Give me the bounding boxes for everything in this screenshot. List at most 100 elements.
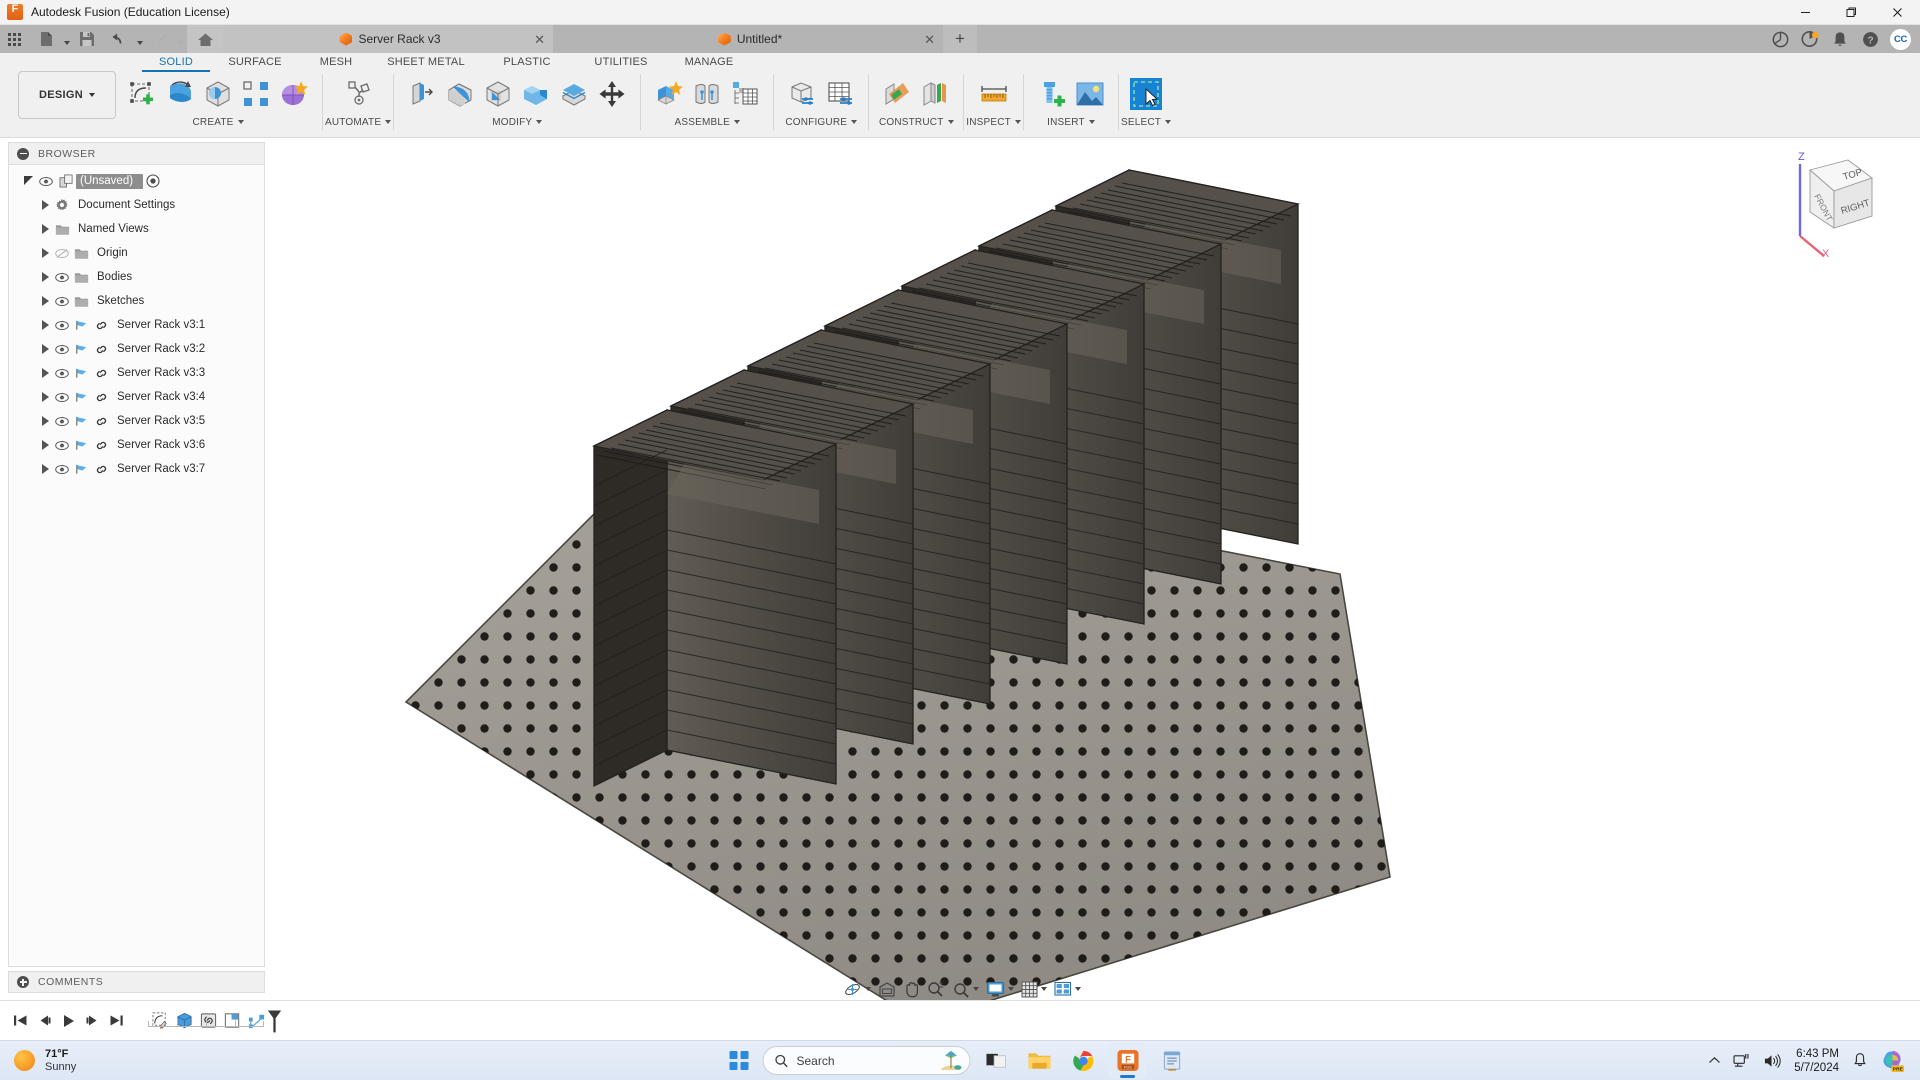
expand-arrow-icon[interactable] — [39, 224, 52, 234]
visibility-eye-hidden-icon[interactable] — [52, 248, 71, 259]
minimize-button[interactable] — [1782, 0, 1828, 25]
expand-arrow-icon[interactable] — [39, 440, 52, 450]
zoom-icon[interactable] — [924, 977, 948, 1001]
orbit-icon[interactable] — [840, 977, 874, 1001]
panel-modify-label[interactable]: MODIFY — [492, 114, 543, 130]
measure-icon[interactable] — [975, 75, 1013, 113]
tree-item-root[interactable]: (Unsaved) — [9, 169, 264, 193]
expand-arrow-icon[interactable] — [39, 416, 52, 426]
insert-decal-icon[interactable] — [1071, 75, 1109, 113]
extrude-icon[interactable] — [199, 75, 237, 113]
job-status-icon[interactable] — [1795, 25, 1825, 53]
design-canvas[interactable]: Z X TOP FRONT RIGHT — [266, 142, 1920, 1018]
new-component-icon[interactable] — [650, 75, 688, 113]
activate-component-icon[interactable] — [143, 174, 163, 188]
visibility-eye-icon[interactable] — [52, 464, 71, 475]
tree-item-server-rack-3[interactable]: Server Rack v3:3 — [9, 361, 264, 385]
save-icon[interactable] — [73, 25, 101, 53]
expand-arrow-icon[interactable] — [39, 296, 52, 306]
comments-panel[interactable]: COMMENTS — [8, 971, 265, 993]
tab-solid[interactable]: SOLID — [140, 53, 212, 72]
tab-mesh[interactable]: MESH — [298, 53, 374, 72]
model-viewport[interactable] — [266, 142, 1920, 1018]
windows-start-icon[interactable] — [729, 1051, 749, 1070]
configure-component-icon[interactable] — [783, 75, 821, 113]
panel-create-label[interactable]: CREATE — [192, 114, 244, 130]
chrome-icon[interactable] — [1065, 1043, 1103, 1079]
workspace-switcher-button[interactable]: DESIGN — [18, 71, 116, 119]
viewports-icon[interactable] — [1051, 977, 1084, 1001]
app-grid-icon[interactable] — [0, 25, 28, 53]
tree-item-origin[interactable]: Origin — [9, 241, 264, 265]
play-icon[interactable] — [56, 1006, 80, 1036]
document-tab-server-rack[interactable]: Server Rack v3 ✕ — [223, 25, 553, 53]
document-tab-close-icon[interactable]: ✕ — [534, 33, 545, 46]
search-input[interactable]: Search — [762, 1046, 971, 1075]
zoom-window-icon[interactable] — [949, 977, 982, 1001]
visibility-eye-icon[interactable] — [52, 440, 71, 451]
display-settings-icon[interactable] — [983, 977, 1017, 1001]
tree-item-named-views[interactable]: Named Views — [9, 217, 264, 241]
expand-arrow-icon[interactable] — [39, 392, 52, 402]
expand-arrow-icon[interactable] — [39, 368, 52, 378]
tab-plastic[interactable]: PLASTIC — [478, 53, 576, 72]
go-to-beginning-icon[interactable] — [8, 1006, 32, 1036]
panel-select-label[interactable]: SELECT — [1121, 114, 1172, 130]
undo-icon[interactable] — [105, 25, 133, 53]
close-button[interactable] — [1874, 0, 1920, 25]
visibility-eye-icon[interactable] — [36, 176, 55, 187]
tree-item-server-rack-4[interactable]: Server Rack v3:4 — [9, 385, 264, 409]
expand-arrow-icon[interactable] — [39, 200, 52, 210]
tree-item-server-rack-7[interactable]: Server Rack v3:7 — [9, 457, 264, 481]
undo-dropdown[interactable] — [133, 25, 146, 53]
expand-arrow-icon[interactable] — [39, 320, 52, 330]
new-document-icon[interactable] — [32, 25, 60, 53]
revolve-icon[interactable] — [161, 75, 199, 113]
panel-automate-label[interactable]: AUTOMATE — [325, 114, 392, 130]
notepad-icon[interactable] — [1153, 1043, 1191, 1079]
offset-plane-icon[interactable] — [878, 75, 916, 113]
account-avatar[interactable]: CC — [1890, 28, 1911, 50]
grid-snaps-icon[interactable] — [1018, 977, 1050, 1001]
pan-view-icon[interactable] — [875, 977, 899, 1001]
step-forward-icon[interactable] — [80, 1006, 104, 1036]
tree-item-server-rack-6[interactable]: Server Rack v3:6 — [9, 433, 264, 457]
maximize-button[interactable] — [1828, 0, 1874, 25]
file-explorer-icon[interactable] — [1021, 1043, 1059, 1079]
comments-expand-icon[interactable] — [17, 976, 29, 988]
tab-manage[interactable]: MANAGE — [666, 53, 752, 72]
visibility-eye-icon[interactable] — [52, 344, 71, 355]
form-icon[interactable] — [275, 75, 313, 113]
network-icon[interactable] — [1728, 1045, 1756, 1077]
expand-arrow-icon[interactable] — [39, 272, 52, 282]
notifications-bell-icon[interactable] — [1825, 25, 1855, 53]
taskbar-weather-widget[interactable]: 71°F Sunny — [0, 1048, 76, 1074]
panel-insert-label[interactable]: INSERT — [1047, 114, 1095, 130]
visibility-eye-icon[interactable] — [52, 392, 71, 403]
go-to-end-icon[interactable] — [104, 1006, 128, 1036]
pattern-icon[interactable] — [237, 75, 275, 113]
redo-dropdown[interactable] — [174, 25, 187, 53]
extension-manager-icon[interactable] — [1765, 25, 1795, 53]
visibility-eye-icon[interactable] — [52, 296, 71, 307]
visibility-eye-icon[interactable] — [52, 416, 71, 427]
split-face-icon[interactable] — [555, 75, 593, 113]
tree-item-server-rack-1[interactable]: Server Rack v3:1 — [9, 313, 264, 337]
redo-icon[interactable] — [146, 25, 174, 53]
bom-icon[interactable] — [726, 75, 764, 113]
expand-arrow-icon[interactable] — [23, 175, 36, 188]
tree-item-bodies[interactable]: Bodies — [9, 265, 264, 289]
move-copy-icon[interactable] — [593, 75, 631, 113]
tree-item-server-rack-2[interactable]: Server Rack v3:2 — [9, 337, 264, 361]
tree-item-sketches[interactable]: Sketches — [9, 289, 264, 313]
panel-inspect-label[interactable]: INSPECT — [966, 114, 1021, 130]
fusion-taskbar-icon[interactable]: F FUS — [1108, 1042, 1147, 1079]
visibility-eye-icon[interactable] — [52, 320, 71, 331]
shell-icon[interactable] — [479, 75, 517, 113]
taskbar-clock[interactable]: 6:43 PM 5/7/2024 — [1788, 1047, 1845, 1075]
home-icon[interactable] — [187, 25, 223, 53]
panel-construct-label[interactable]: CONSTRUCT — [879, 114, 954, 130]
automate-icon[interactable] — [339, 75, 377, 113]
press-pull-icon[interactable] — [403, 75, 441, 113]
document-tab-close-icon[interactable]: ✕ — [924, 33, 935, 46]
